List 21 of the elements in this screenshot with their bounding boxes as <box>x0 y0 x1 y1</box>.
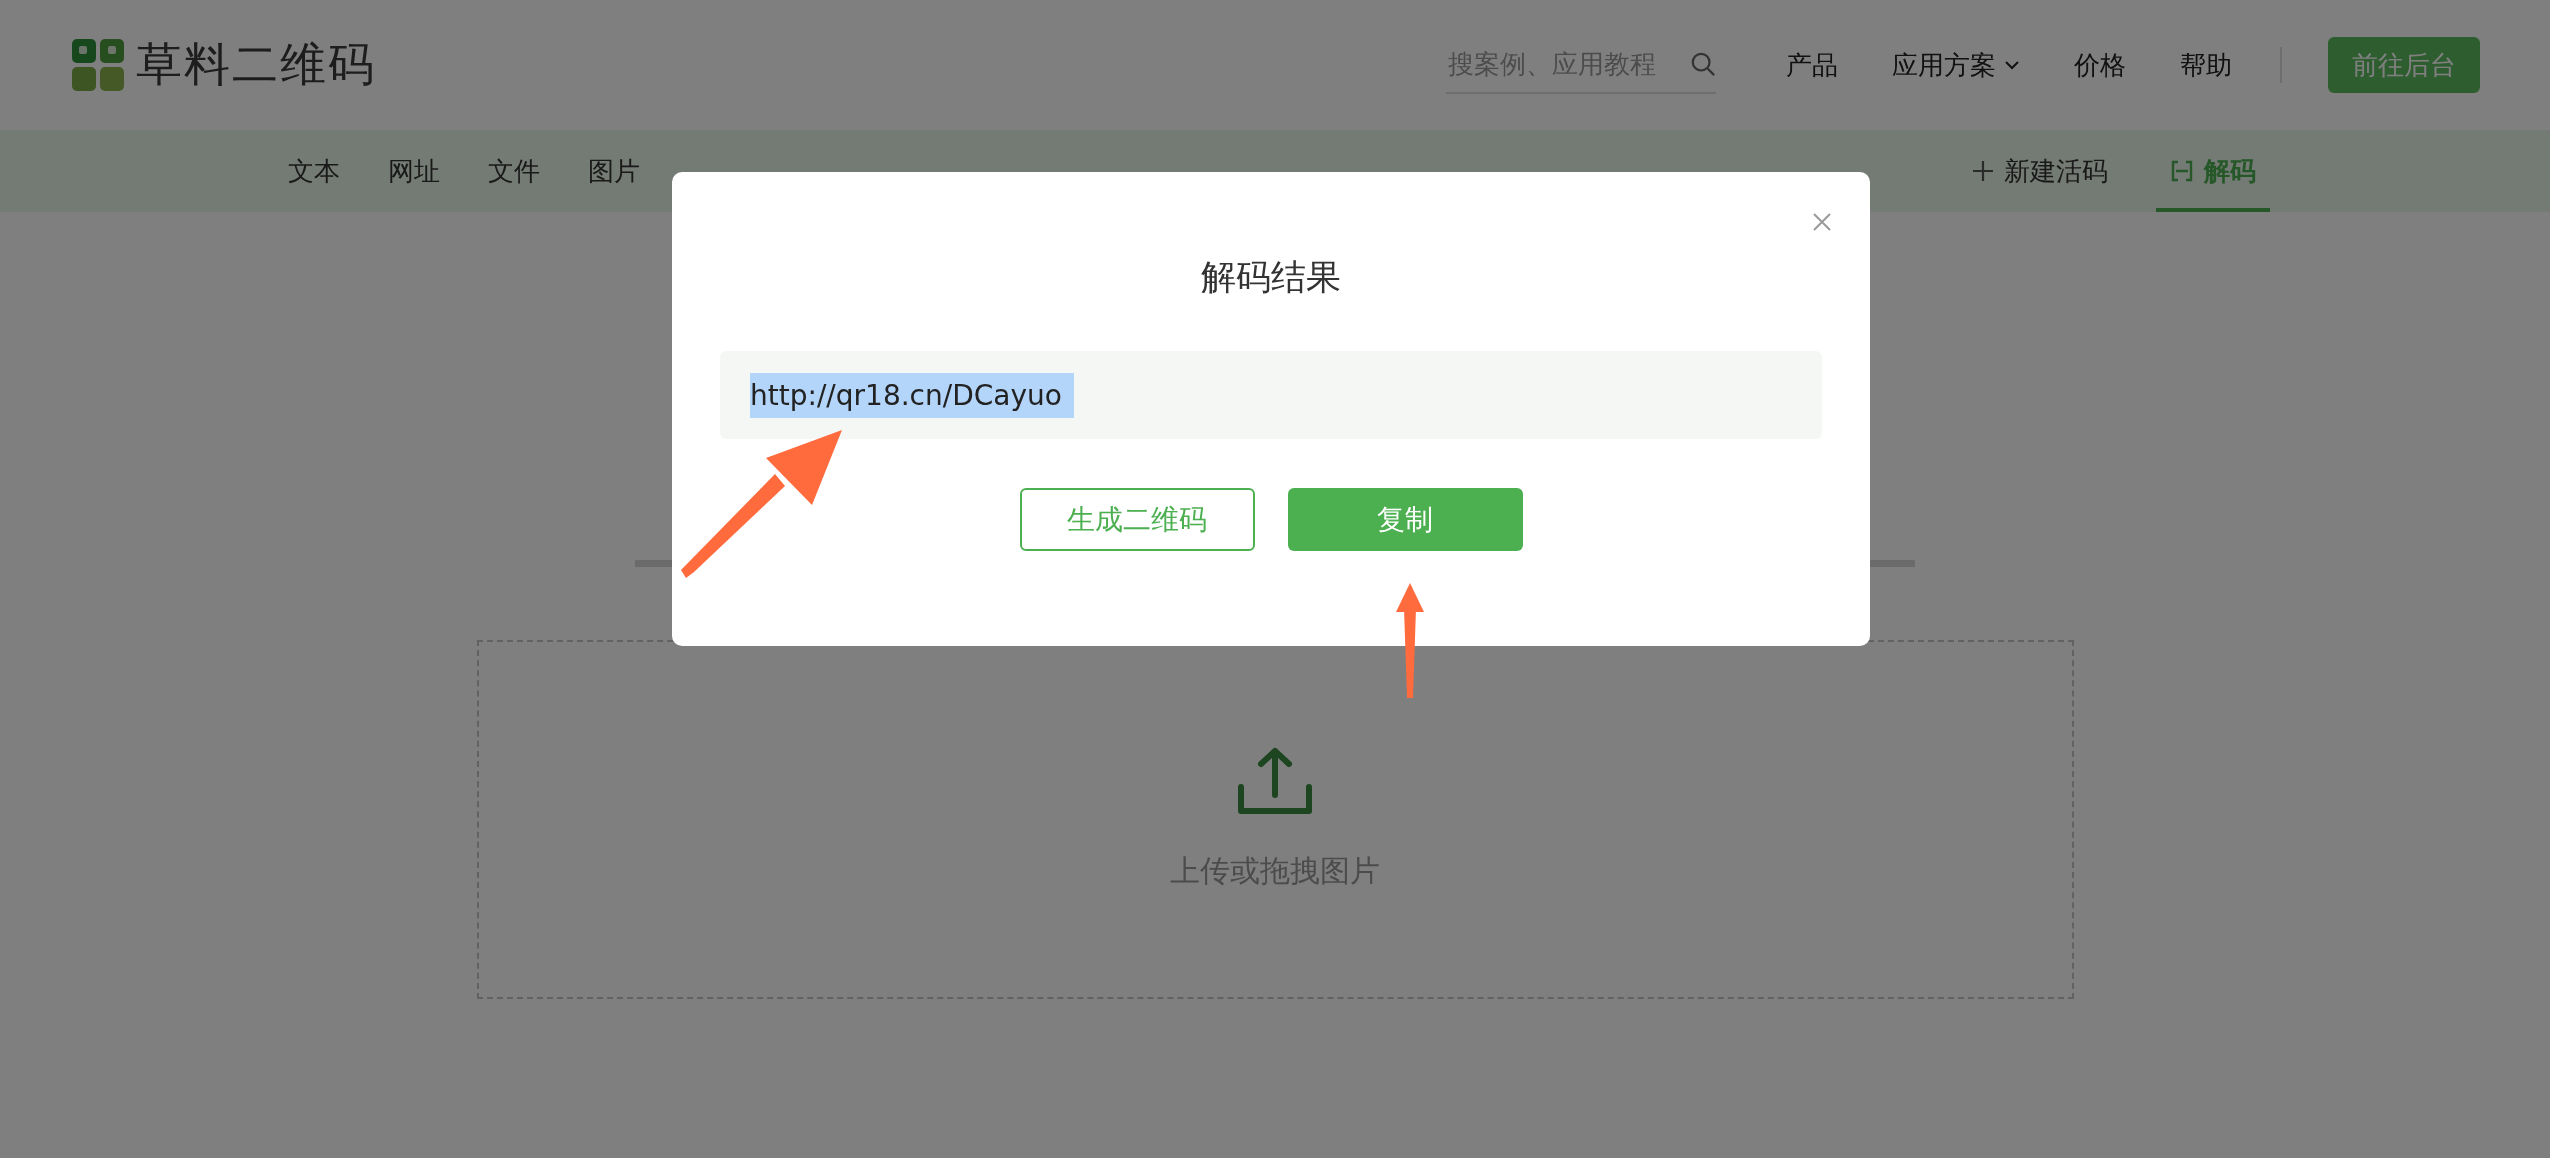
result-field[interactable]: http://qr18.cn/DCayuo <box>720 351 1822 439</box>
generate-button[interactable]: 生成二维码 <box>1019 488 1255 551</box>
logo-icon[interactable] <box>70 37 126 93</box>
scan-icon <box>2170 160 2194 182</box>
nav-link[interactable]: 帮助 <box>2180 47 2232 83</box>
plus-icon <box>1972 160 1994 182</box>
chevron-down-icon <box>2004 60 2020 70</box>
category-tab[interactable]: 文件 <box>488 153 540 189</box>
category-tab[interactable]: 图片 <box>588 153 640 189</box>
upload-icon <box>1237 747 1313 815</box>
nav-link[interactable]: 应用方案 <box>1892 47 2020 83</box>
copy-button[interactable]: 复制 <box>1287 488 1523 551</box>
nav-link[interactable]: 产品 <box>1786 47 1838 83</box>
category-tab[interactable]: 网址 <box>388 153 440 189</box>
search-icon[interactable] <box>1690 50 1716 78</box>
dialog-title: 解码结果 <box>1201 256 1341 299</box>
close-icon[interactable] <box>1812 212 1832 232</box>
action-tab[interactable]: 新建活码 <box>1958 130 2122 212</box>
nav-link[interactable]: 价格 <box>2074 47 2126 83</box>
category-tab[interactable]: 文本 <box>288 153 340 189</box>
logo-text[interactable]: 草料二维码 <box>136 34 376 96</box>
